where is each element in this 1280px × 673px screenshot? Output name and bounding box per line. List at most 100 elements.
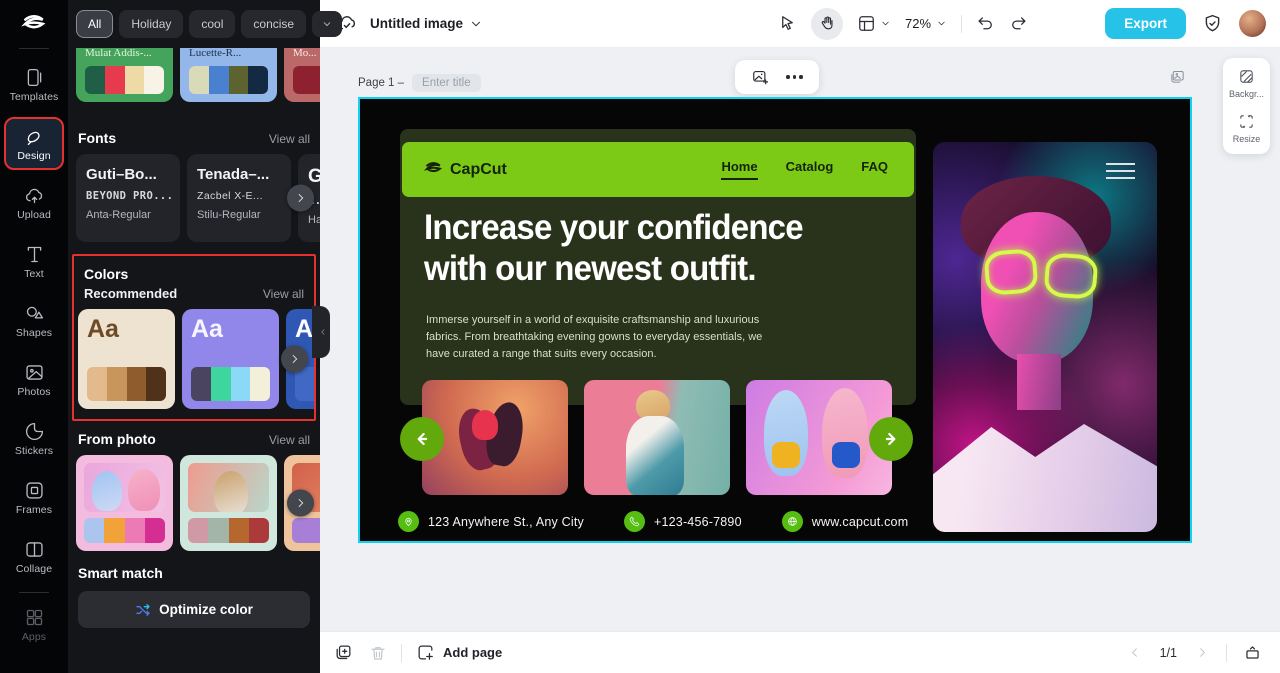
divider — [401, 643, 402, 662]
select-tool-icon[interactable] — [778, 14, 797, 33]
add-page-button[interactable]: Add page — [416, 643, 502, 662]
page-view-icon[interactable] — [1169, 69, 1186, 86]
hand-tool-button[interactable] — [811, 7, 844, 40]
sidebar-item-upload[interactable]: Upload — [4, 176, 64, 229]
palette-swatch — [124, 517, 145, 543]
color-palette-card[interactable]: Aa — [182, 309, 279, 409]
sidebar-item-shapes[interactable]: Shapes — [4, 294, 64, 347]
palette-swatch — [126, 367, 147, 401]
page-manager-icon[interactable] — [1243, 643, 1262, 662]
page-navigation: 1/1 — [1127, 643, 1262, 662]
chip-concise[interactable]: concise — [241, 10, 307, 38]
hamburger-menu-icon[interactable] — [1106, 163, 1135, 179]
chip-holiday[interactable]: Holiday — [119, 10, 184, 38]
palette-strip — [84, 517, 165, 543]
font-family-label: Stilu-Regular — [197, 209, 261, 221]
capcut-logo[interactable] — [21, 0, 47, 48]
palette-swatch — [228, 517, 249, 543]
sidebar-item-templates[interactable]: Templates — [4, 58, 64, 111]
palette-swatch — [144, 517, 165, 543]
background-icon — [1240, 70, 1253, 83]
zoom-level-dropdown[interactable]: 72% — [905, 16, 947, 31]
photo-palette-row — [68, 455, 320, 551]
globe-icon — [781, 511, 803, 532]
carousel-prev-button[interactable] — [400, 417, 444, 461]
resize-label: Resize — [1232, 134, 1261, 144]
carousel-next-button[interactable] — [869, 417, 913, 461]
add-image-icon[interactable] — [751, 68, 770, 87]
duplicate-page-icon[interactable] — [334, 643, 353, 662]
zoom-level-value: 72% — [905, 16, 932, 31]
page-title-input[interactable]: Enter title — [412, 74, 481, 92]
divider — [1226, 643, 1227, 662]
palette-photo-thumbnail — [84, 463, 165, 512]
contact-item: 123 Anywhere St., Any City — [398, 511, 584, 532]
text-icon — [24, 244, 45, 265]
chip-cool[interactable]: cool — [189, 10, 236, 38]
more-options-icon[interactable] — [786, 75, 803, 79]
decor — [472, 410, 498, 440]
title-chevron-down-icon[interactable] — [469, 17, 483, 31]
font-card[interactable]: Tenada–... Zacbel X-E... Stilu-Regular — [187, 154, 291, 242]
design-headline: Increase your confidence with our newest… — [424, 207, 804, 288]
prev-page-icon[interactable] — [1127, 645, 1142, 660]
template-card[interactable]: Globe... Lucette-R... — [180, 48, 277, 102]
palette-swatch — [104, 66, 125, 94]
template-card[interactable]: R... Mo... — [284, 48, 320, 102]
next-page-icon[interactable] — [1195, 645, 1210, 660]
app-sidebar: Templates Design Upload Text Shapes Phot… — [0, 0, 68, 673]
font-card[interactable]: Guti–Bo... BEYOND PRO... Anta-Regular — [76, 154, 180, 242]
palette-swatch — [210, 367, 231, 401]
optimize-color-button[interactable]: Optimize color — [78, 591, 310, 628]
sidebar-item-apps[interactable]: Apps — [4, 598, 64, 651]
document-title[interactable]: Untitled image — [370, 16, 463, 31]
design-nav-catalog: Catalog — [785, 159, 834, 174]
from-photo-next-button[interactable] — [287, 489, 314, 517]
palette-swatch — [292, 517, 320, 543]
chips-expand-button[interactable] — [312, 11, 343, 37]
sidebar-item-text[interactable]: Text — [4, 235, 64, 288]
add-page-label: Add page — [443, 645, 503, 660]
decor — [128, 469, 160, 511]
user-avatar[interactable] — [1239, 10, 1266, 37]
design-contact-row: 123 Anywhere St., Any City +123-456-7890… — [398, 511, 908, 532]
template-card[interactable]: Prano-... Mulat Addis-... — [76, 48, 173, 102]
palette-strip — [188, 517, 269, 543]
fonts-view-all-link[interactable]: View all — [269, 132, 310, 146]
colors-next-button[interactable] — [281, 345, 308, 373]
design-canvas[interactable]: CapCut Home Catalog FAQ Increase your co… — [358, 97, 1192, 543]
palette-strip — [292, 517, 320, 543]
stickers-icon — [24, 421, 45, 442]
sidebar-item-stickers[interactable]: Stickers — [4, 412, 64, 465]
palette-swatch — [104, 517, 125, 543]
palette-swatch — [144, 66, 164, 94]
colors-view-all-link[interactable]: View all — [263, 287, 304, 301]
redo-icon[interactable] — [1009, 14, 1028, 33]
resize-button[interactable]: Resize — [1232, 113, 1261, 144]
upload-cloud-icon — [24, 185, 45, 206]
chip-all[interactable]: All — [76, 10, 114, 38]
photo-palette-card[interactable] — [76, 455, 173, 551]
shield-check-icon[interactable] — [1202, 13, 1223, 34]
sidebar-item-frames[interactable]: Frames — [4, 471, 64, 524]
sidebar-item-design[interactable]: Design — [4, 117, 64, 170]
fonts-next-button[interactable] — [287, 184, 314, 212]
sidebar-item-collage[interactable]: Collage — [4, 530, 64, 583]
sidebar-item-label: Upload — [17, 209, 51, 221]
from-photo-view-all-link[interactable]: View all — [269, 433, 310, 447]
undo-icon[interactable] — [976, 14, 995, 33]
sidebar-item-photos[interactable]: Photos — [4, 353, 64, 406]
resize-icon — [1240, 115, 1253, 128]
panel-collapse-handle[interactable] — [312, 306, 330, 358]
color-palette-card[interactable]: Aa — [78, 309, 175, 409]
font-name: Gl... — [308, 166, 320, 187]
export-button[interactable]: Export — [1105, 8, 1186, 39]
photo-palette-card[interactable] — [180, 455, 277, 551]
palette-swatch — [106, 367, 127, 401]
neon-glasses — [983, 248, 1039, 296]
background-button[interactable]: Backgr... — [1229, 68, 1264, 99]
design-description: Immerse yourself in a world of exquisite… — [426, 314, 763, 361]
delete-page-icon[interactable] — [369, 644, 387, 662]
font-preview: Zacbel X-E... — [197, 190, 263, 202]
layout-grid-button[interactable] — [857, 14, 891, 33]
